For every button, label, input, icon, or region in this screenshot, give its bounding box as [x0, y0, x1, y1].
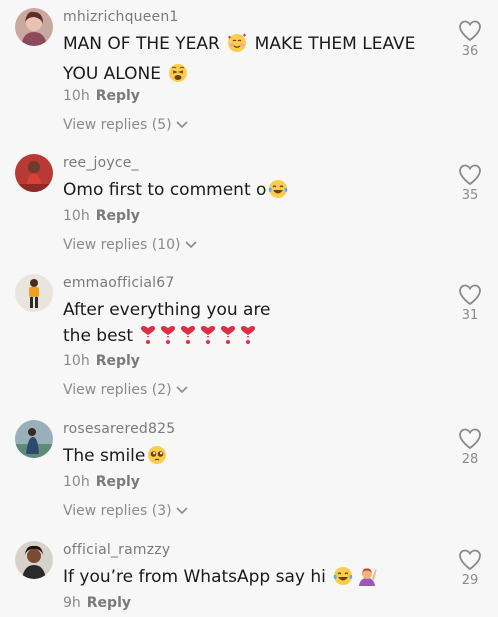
comment-time: 9h: [63, 595, 81, 611]
reply-button[interactable]: Reply: [96, 88, 140, 104]
heart-exclamation-icon: [140, 325, 156, 353]
view-replies-label: View replies (10): [63, 237, 181, 253]
comment-meta: 10h Reply: [63, 88, 140, 104]
username[interactable]: rosesarered825: [63, 421, 175, 437]
like-button[interactable]: 29: [455, 549, 485, 588]
heart-exclamation-icon: [200, 325, 216, 353]
comment-time: 10h: [63, 474, 90, 490]
comment-text: If you’re from WhatsApp say hi: [63, 564, 433, 594]
username[interactable]: mhizrichqueen1: [63, 9, 179, 25]
reply-button[interactable]: Reply: [96, 353, 140, 369]
chevron-down-icon: [184, 237, 197, 253]
like-button[interactable]: 36: [455, 20, 485, 59]
comment-time: 10h: [63, 208, 90, 224]
chevron-down-icon: [176, 382, 188, 398]
heart-outline-icon: [455, 284, 485, 306]
comment-text: After everything you are the best: [63, 297, 303, 353]
like-count: 29: [461, 573, 479, 588]
heart-outline-icon: [455, 549, 485, 571]
like-button[interactable]: 35: [455, 164, 485, 203]
comment-time: 10h: [63, 88, 90, 104]
pleading-face-icon: [147, 445, 167, 473]
smiling-face-with-hearts-icon: [227, 33, 247, 61]
view-replies-button[interactable]: View replies (2): [63, 382, 188, 398]
chevron-down-icon: [176, 503, 188, 519]
view-replies-button[interactable]: View replies (5): [63, 117, 188, 133]
avatar[interactable]: [15, 8, 53, 46]
heart-exclamation-icon: [160, 325, 176, 353]
reply-button[interactable]: Reply: [96, 474, 140, 490]
heart-outline-icon: [455, 428, 485, 450]
like-count: 28: [461, 452, 479, 467]
comment-text-part: Omo first to comment o: [63, 180, 267, 200]
avatar[interactable]: [15, 154, 53, 192]
view-replies-label: View replies (2): [63, 382, 172, 398]
comment-text: MAN OF THE YEAR MAKE THEM LEAVE YOU ALON…: [63, 31, 433, 91]
tears-of-joy-icon: [268, 179, 288, 207]
heart-exclamation-icon: [180, 325, 196, 353]
avatar[interactable]: [15, 420, 53, 458]
chevron-down-icon: [176, 117, 188, 133]
heart-outline-icon: [455, 164, 485, 186]
reply-button[interactable]: Reply: [96, 208, 140, 224]
like-count: 35: [461, 188, 479, 203]
comment-time: 10h: [63, 353, 90, 369]
heart-outline-icon: [455, 20, 485, 42]
comment-text: Omo first to comment o: [63, 177, 433, 207]
reply-button[interactable]: Reply: [87, 595, 131, 611]
username[interactable]: ree_joyce_: [63, 155, 139, 171]
comment-text: The smile: [63, 443, 433, 473]
comment-meta: 10h Reply: [63, 474, 140, 490]
like-count: 31: [461, 308, 479, 323]
username[interactable]: emmaofficial67: [63, 275, 174, 291]
person-raising-hand-icon: [357, 566, 377, 594]
tears-of-joy-icon: [333, 566, 353, 594]
view-replies-button[interactable]: View replies (3): [63, 503, 188, 519]
comment-meta: 9h Reply: [63, 595, 131, 611]
heart-exclamation-icon: [240, 325, 256, 353]
comment-text-part: MAN OF THE YEAR: [63, 34, 226, 54]
view-replies-label: View replies (3): [63, 503, 172, 519]
comment-text-part: If you’re from WhatsApp say hi: [63, 567, 332, 587]
avatar[interactable]: [15, 274, 53, 312]
comment-text-part: The smile: [63, 446, 146, 466]
like-button[interactable]: 28: [455, 428, 485, 467]
username[interactable]: official_ramzzy: [63, 542, 170, 558]
like-count: 36: [461, 44, 479, 59]
comment-meta: 10h Reply: [63, 208, 140, 224]
like-button[interactable]: 31: [455, 284, 485, 323]
view-replies-label: View replies (5): [63, 117, 172, 133]
comment-meta: 10h Reply: [63, 353, 140, 369]
avatar[interactable]: [15, 541, 53, 579]
heart-exclamation-icon: [220, 325, 236, 353]
weary-face-icon: [168, 63, 188, 91]
view-replies-button[interactable]: View replies (10): [63, 237, 197, 253]
